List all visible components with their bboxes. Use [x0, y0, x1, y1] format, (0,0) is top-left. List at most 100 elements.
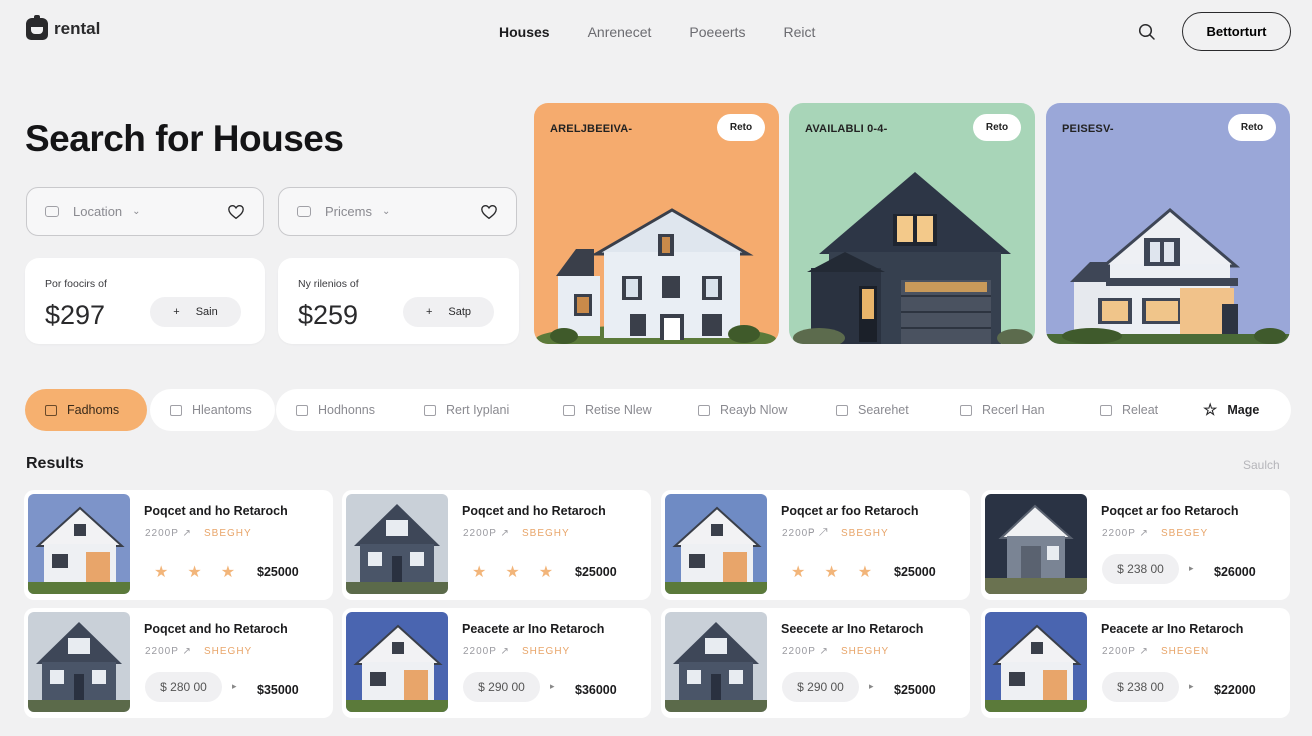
house-thumbnail	[28, 612, 130, 712]
result-price: $25000	[257, 565, 299, 579]
result-meta: 2200P ↗	[145, 646, 192, 657]
tab-label: Hleantoms	[192, 403, 252, 417]
result-meta-accent: SHEGHY	[841, 646, 890, 657]
star-icon: ★	[791, 564, 806, 581]
tab-category-6[interactable]: Reayb Nlow	[698, 389, 787, 431]
result-card[interactable]: Poqcet and ho Retaroch 2200P ↗ SBEGHY ★ …	[342, 490, 651, 600]
stat-value: $259	[298, 300, 359, 330]
nav-item-2[interactable]: Anrenecet	[588, 24, 652, 40]
nav-item-3[interactable]: Poeeerts	[689, 24, 745, 40]
nav-item-houses[interactable]: Houses	[499, 24, 550, 40]
price-range-pill[interactable]: $ 290 00	[782, 672, 859, 702]
nav-item-4[interactable]: Reict	[783, 24, 815, 40]
featured-card[interactable]: ARELJBEEIVA- Reto	[534, 103, 779, 344]
heart-icon[interactable]	[480, 203, 498, 221]
result-card[interactable]: Peacete ar Ino Retaroch 2200P ↗ SHEGHY $…	[342, 608, 651, 718]
chevron-down-icon: ⌄	[381, 206, 391, 217]
price-filter[interactable]: Pricems ⌄	[278, 187, 517, 236]
arrow-right-icon: ▸	[869, 681, 874, 691]
result-card[interactable]: Poqcet and ho Retaroch 2200P ↗ SBEGHY ★ …	[24, 490, 333, 600]
result-title: Poqcet ar foo Retaroch	[781, 504, 919, 518]
stat-card: Por foocirs of $297 + Sain	[25, 258, 265, 344]
results-heading: Results	[26, 455, 84, 472]
price-range-pill[interactable]: $ 238 00	[1102, 672, 1179, 702]
tab-category-3[interactable]: Hodhonns	[296, 389, 375, 431]
price-range-pill[interactable]: $ 280 00	[145, 672, 222, 702]
result-meta-accent: SHEGEN	[1161, 646, 1210, 657]
tab-label: Rert Iyplani	[446, 403, 510, 417]
result-price: $25000	[894, 565, 936, 579]
result-title: Poqcet and ho Retaroch	[144, 622, 288, 636]
price-icon	[297, 206, 311, 217]
rating-stars: ★ ★ ★	[472, 562, 553, 582]
star-icon: ★	[187, 564, 202, 581]
tab-more[interactable]: ☆ Mage	[1203, 389, 1259, 431]
featured-badge[interactable]: Reto	[717, 114, 765, 141]
stat-action-button[interactable]: + Sain	[150, 297, 241, 327]
tab-label: Fadhoms	[67, 403, 120, 417]
tab-category-4[interactable]: Rert Iyplani	[424, 389, 509, 431]
doc-icon	[1100, 404, 1112, 416]
result-price: $36000	[575, 683, 617, 697]
result-meta-accent: SBEGHY	[841, 528, 889, 539]
result-meta-accent: SBEGEY	[1161, 528, 1209, 539]
result-title: Poqcet and ho Retaroch	[462, 504, 606, 518]
featured-card[interactable]: AVAILABLI 0-4- Reto	[789, 103, 1035, 344]
search-icon[interactable]	[1137, 22, 1157, 42]
tab-category-8[interactable]: Recerl Han	[960, 389, 1045, 431]
location-filter[interactable]: Location ⌄	[26, 187, 264, 236]
star-icon: ★	[154, 564, 169, 581]
chevron-down-icon: ⌄	[132, 206, 141, 217]
stat-action-button[interactable]: + Satp	[403, 297, 494, 327]
doc-icon	[424, 404, 436, 416]
tab-label: Mage	[1227, 403, 1260, 417]
result-price: $25000	[894, 683, 936, 697]
house-thumbnail	[346, 612, 448, 712]
app-name: rental	[54, 19, 101, 38]
featured-badge[interactable]: Reto	[1228, 114, 1276, 141]
result-card[interactable]: Poqcet and ho Retaroch 2200P ↗ SHEGHY $ …	[24, 608, 333, 718]
result-card[interactable]: Seecete ar Ino Retaroch 2200P ↗ SHEGHY $…	[661, 608, 970, 718]
house-thumbnail	[985, 494, 1087, 594]
location-icon	[45, 206, 59, 217]
stat-value: $297	[45, 300, 106, 330]
result-price: $25000	[575, 565, 617, 579]
result-card[interactable]: Poqcet ar foo Retaroch 2200Ꮲ ↗ SBEGHY ★ …	[661, 490, 970, 600]
tab-label: Retise Nlew	[585, 403, 652, 417]
featured-card[interactable]: PEISESV- Reto	[1046, 103, 1290, 344]
price-range-pill[interactable]: $ 238 00	[1102, 554, 1179, 584]
house-thumbnail	[346, 494, 448, 594]
result-title: Peacete ar Ino Retaroch	[462, 622, 605, 636]
star-icon: ★	[472, 564, 487, 581]
tab-category-2[interactable]: Hleantoms	[150, 389, 275, 431]
featured-badge[interactable]: Reto	[973, 114, 1021, 141]
result-meta: 2200P ↗	[782, 646, 829, 657]
doc-icon	[836, 404, 848, 416]
result-price: $35000	[257, 683, 299, 697]
result-card[interactable]: Poqcet ar foo Retaroch 2200P ↗ SBEGEY $ …	[981, 490, 1290, 600]
tab-label: Releat	[1122, 403, 1159, 417]
price-range-pill[interactable]: $ 290 00	[463, 672, 540, 702]
main-nav: Houses Anrenecet Poeeerts Reict	[499, 24, 815, 40]
folder-icon	[170, 404, 182, 416]
header-cta-button[interactable]: Bettorturt	[1182, 12, 1291, 51]
results-see-all-link[interactable]: Saulch	[1243, 458, 1280, 472]
rating-stars: ★ ★ ★	[154, 562, 235, 582]
stat-card: Ny rilenios of $259 + Satp	[278, 258, 519, 344]
result-card[interactable]: Peacete ar Ino Retaroch 2200P ↗ SHEGEN $…	[981, 608, 1290, 718]
stat-label: Por foocirs of	[45, 278, 107, 290]
doc-icon	[960, 404, 972, 416]
app-logo[interactable]: rental	[26, 15, 101, 40]
star-icon: ★	[538, 564, 554, 581]
star-icon: ★	[220, 564, 236, 581]
tab-category-1[interactable]: Fadhoms	[25, 389, 147, 431]
result-title: Poqcet and ho Retaroch	[144, 504, 288, 518]
tab-category-9[interactable]: Releat	[1100, 389, 1158, 431]
result-meta: 2200P ↗	[1102, 646, 1149, 657]
tab-category-7[interactable]: Searehet	[836, 389, 909, 431]
tab-category-5[interactable]: Retise Nlew	[563, 389, 652, 431]
house-thumbnail	[665, 494, 767, 594]
heart-icon[interactable]	[227, 203, 245, 221]
house-thumbnail	[665, 612, 767, 712]
tab-label: Hodhonns	[318, 403, 375, 417]
